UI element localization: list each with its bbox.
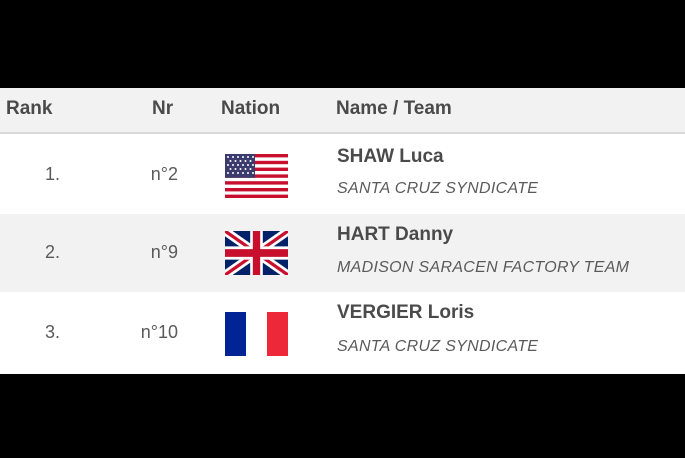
- team-name[interactable]: SANTA CRUZ SYNDICATE: [337, 338, 538, 356]
- nr-cell: n°2: [150, 164, 178, 184]
- screenshot-canvas: Rank Nr Nation Name / Team 1. n°2 SHAW L…: [0, 0, 685, 458]
- header-rank[interactable]: Rank: [6, 98, 52, 120]
- team-name[interactable]: MADISON SARACEN FACTORY TEAM: [337, 259, 629, 277]
- header-name-team[interactable]: Name / Team: [336, 98, 452, 120]
- rank-cell: 3.: [44, 322, 60, 342]
- uk-flag-icon: [225, 231, 288, 275]
- rank-cell: 1.: [44, 164, 60, 184]
- nr-cell: n°10: [140, 322, 178, 342]
- table-row[interactable]: 3. n°10 VERGIER Loris SANTA CRUZ SYNDICA…: [0, 292, 685, 372]
- rider-name[interactable]: HART Danny: [337, 224, 453, 246]
- team-name[interactable]: SANTA CRUZ SYNDICATE: [337, 180, 538, 198]
- nr-cell: n°9: [150, 242, 178, 262]
- table-row[interactable]: 2. n°9 HART Danny MADISON SARACEN FACTOR…: [0, 214, 685, 292]
- france-flag-icon: [225, 312, 288, 356]
- table-header: Rank Nr Nation Name / Team: [0, 88, 685, 134]
- usa-flag-icon: [225, 154, 288, 198]
- header-nr[interactable]: Nr: [152, 98, 173, 120]
- header-nation[interactable]: Nation: [221, 98, 280, 120]
- results-table: Rank Nr Nation Name / Team 1. n°2 SHAW L…: [0, 88, 685, 374]
- rider-name[interactable]: SHAW Luca: [337, 146, 444, 168]
- rank-cell: 2.: [44, 242, 60, 262]
- table-row[interactable]: 1. n°2 SHAW Luca SANTA CRUZ SYNDICATE: [0, 134, 685, 214]
- rider-name[interactable]: VERGIER Loris: [337, 302, 474, 324]
